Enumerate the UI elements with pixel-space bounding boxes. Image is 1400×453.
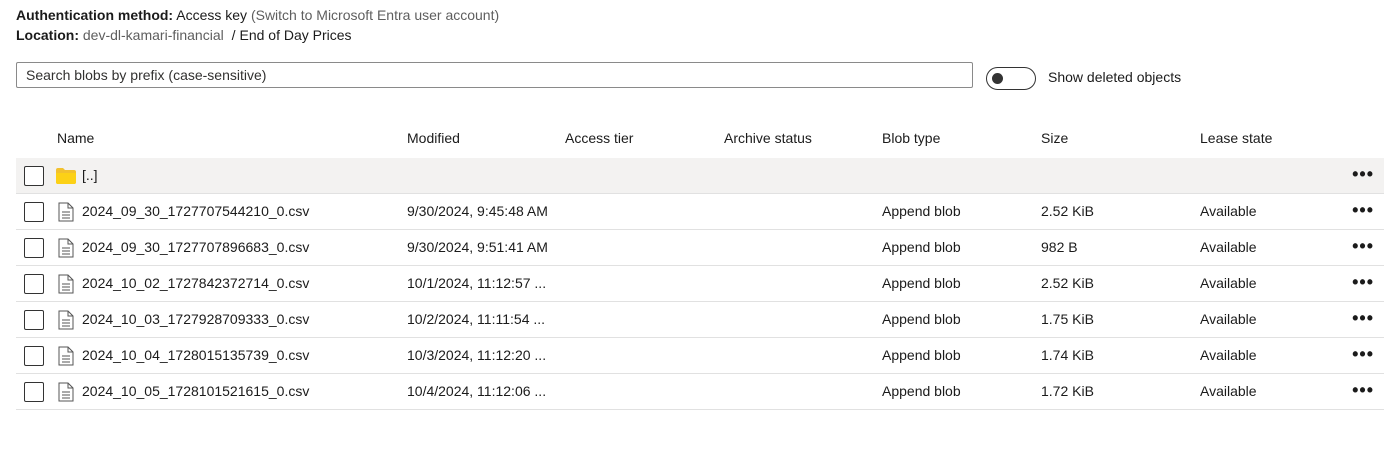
column-header-access-tier[interactable]: Access tier: [565, 130, 633, 146]
file-icon: [58, 346, 74, 366]
cell-blob-type: Append blob: [882, 347, 961, 363]
row-checkbox[interactable]: [24, 238, 44, 258]
cell-blob-type: Append blob: [882, 275, 961, 291]
show-deleted-label: Show deleted objects: [1048, 69, 1182, 85]
column-header-lease-state[interactable]: Lease state: [1200, 130, 1272, 146]
show-deleted-toggle[interactable]: [986, 67, 1036, 90]
more-options-icon[interactable]: •••: [1352, 200, 1374, 220]
parent-directory-link[interactable]: [..]: [82, 167, 98, 183]
blob-name-link[interactable]: 2024_10_05_1728101521615_0.csv: [82, 383, 309, 399]
blob-name-link[interactable]: 2024_10_02_1727842372714_0.csv: [82, 275, 309, 291]
more-options-icon[interactable]: •••: [1352, 380, 1374, 400]
file-icon: [58, 202, 74, 222]
column-header-archive-status[interactable]: Archive status: [724, 130, 812, 146]
table-row[interactable]: 2024_10_02_1727842372714_0.csv 10/1/2024,…: [16, 266, 1384, 302]
location-label: Location:: [16, 27, 79, 43]
toggle-knob: [992, 73, 1003, 84]
cell-lease-state: Available: [1200, 383, 1257, 399]
cell-lease-state: Available: [1200, 275, 1257, 291]
cell-blob-type: Append blob: [882, 239, 961, 255]
cell-modified: 9/30/2024, 9:45:48 AM: [407, 203, 548, 219]
blob-rows: 2024_09_30_1727707544210_0.csv 9/30/2024,…: [16, 194, 1384, 410]
cell-blob-type: Append blob: [882, 311, 961, 327]
cell-size: 1.75 KiB: [1041, 311, 1094, 327]
cell-modified: 10/1/2024, 11:12:57 ...: [407, 275, 547, 291]
file-icon: [58, 382, 74, 402]
breadcrumb-container-link[interactable]: dev-dl-kamari-financial: [83, 27, 224, 43]
auth-method-label: Authentication method:: [16, 7, 174, 23]
cell-modified: 10/4/2024, 11:12:06 ...: [407, 383, 547, 399]
row-checkbox[interactable]: [24, 166, 44, 186]
cell-blob-type: Append blob: [882, 203, 961, 219]
blob-name-link[interactable]: 2024_10_04_1728015135739_0.csv: [82, 347, 309, 363]
search-blobs-input[interactable]: [16, 62, 973, 88]
file-icon: [58, 274, 74, 294]
file-icon: [58, 310, 74, 330]
folder-icon: [56, 168, 76, 184]
column-header-name[interactable]: Name: [57, 130, 94, 146]
breadcrumb-current-folder: End of Day Prices: [239, 27, 352, 43]
table-row[interactable]: 2024_10_05_1728101521615_0.csv 10/4/2024,…: [16, 374, 1384, 410]
blob-name-link[interactable]: 2024_10_03_1727928709333_0.csv: [82, 311, 309, 327]
cell-lease-state: Available: [1200, 239, 1257, 255]
blob-table: Name Modified Access tier Archive status…: [16, 122, 1384, 410]
cell-modified: 10/3/2024, 11:12:20 ...: [407, 347, 547, 363]
auth-method-line: Authentication method: Access key (Switc…: [16, 7, 499, 23]
file-icon: [58, 238, 74, 258]
more-options-icon[interactable]: •••: [1352, 308, 1374, 328]
column-header-blob-type[interactable]: Blob type: [882, 130, 940, 146]
cell-modified: 9/30/2024, 9:51:41 AM: [407, 239, 548, 255]
breadcrumb-separator: /: [231, 27, 236, 43]
table-row[interactable]: 2024_10_04_1728015135739_0.csv 10/3/2024,…: [16, 338, 1384, 374]
more-options-icon[interactable]: •••: [1352, 344, 1374, 364]
column-header-modified[interactable]: Modified: [407, 130, 460, 146]
row-checkbox[interactable]: [24, 202, 44, 222]
blob-name-link[interactable]: 2024_09_30_1727707896683_0.csv: [82, 239, 309, 255]
row-checkbox[interactable]: [24, 346, 44, 366]
location-line: Location: dev-dl-kamari-financial / End o…: [16, 27, 352, 43]
column-header-size[interactable]: Size: [1041, 130, 1068, 146]
switch-auth-link[interactable]: (Switch to Microsoft Entra user account): [251, 7, 499, 23]
cell-size: 2.52 KiB: [1041, 275, 1094, 291]
cell-lease-state: Available: [1200, 311, 1257, 327]
parent-directory-row[interactable]: [..] •••: [16, 158, 1384, 194]
row-checkbox[interactable]: [24, 382, 44, 402]
cell-size: 2.52 KiB: [1041, 203, 1094, 219]
more-options-icon[interactable]: •••: [1352, 236, 1374, 256]
cell-size: 1.74 KiB: [1041, 347, 1094, 363]
table-row[interactable]: 2024_10_03_1727928709333_0.csv 10/2/2024,…: [16, 302, 1384, 338]
table-header: Name Modified Access tier Archive status…: [16, 122, 1384, 158]
more-options-icon[interactable]: •••: [1352, 164, 1374, 184]
table-row[interactable]: 2024_09_30_1727707896683_0.csv 9/30/2024,…: [16, 230, 1384, 266]
cell-lease-state: Available: [1200, 203, 1257, 219]
cell-size: 982 B: [1041, 239, 1078, 255]
row-checkbox[interactable]: [24, 310, 44, 330]
row-checkbox[interactable]: [24, 274, 44, 294]
cell-lease-state: Available: [1200, 347, 1257, 363]
auth-method-value: Access key: [176, 7, 248, 23]
table-row[interactable]: 2024_09_30_1727707544210_0.csv 9/30/2024,…: [16, 194, 1384, 230]
more-options-icon[interactable]: •••: [1352, 272, 1374, 292]
cell-size: 1.72 KiB: [1041, 383, 1094, 399]
cell-modified: 10/2/2024, 11:11:54 ...: [407, 311, 546, 327]
cell-blob-type: Append blob: [882, 383, 961, 399]
blob-name-link[interactable]: 2024_09_30_1727707544210_0.csv: [82, 203, 309, 219]
